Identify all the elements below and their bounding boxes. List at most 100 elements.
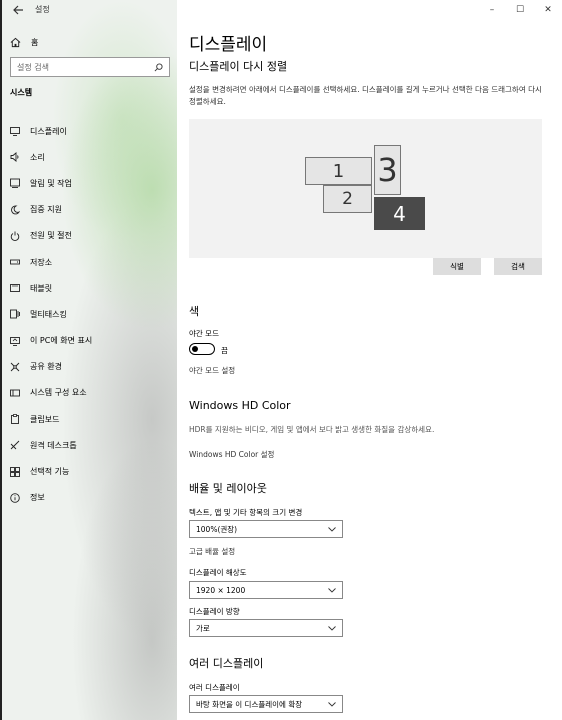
maximize-button[interactable]: ☐ [506,0,534,20]
monitor-3[interactable]: 3 [374,145,401,195]
scale-size-value: 100%(권장) [196,524,238,534]
night-light-settings-link[interactable]: 야간 모드 설정 [189,365,235,376]
multi-display-label: 여러 디스플레이 [189,683,240,692]
sidebar-item-label: 멀티태스킹 [30,309,67,319]
night-light-label: 야간 모드 [189,329,219,338]
scale-heading: 배율 및 레이아웃 [189,482,267,495]
sidebar-item-label: 클립보드 [30,414,60,424]
night-light-toggle[interactable] [189,343,215,355]
sidebar-item-tablet[interactable]: 태블릿 [10,275,175,301]
section-label: 시스템 [10,88,33,97]
display-arrangement-area: 1 2 3 4 [189,119,542,258]
resolution-value: 1920 × 1200 [196,585,246,595]
search-placeholder: 설정 검색 [17,62,49,72]
monitor-2[interactable]: 2 [323,185,372,213]
sidebar-item-clipboard[interactable]: 클립보드 [10,406,175,432]
sidebar-item-label: 공유 환경 [30,362,62,372]
hdr-description: HDR를 지원하는 비디오, 게임 및 앱에서 보다 밝고 생생한 화질을 감상… [189,425,435,434]
back-button[interactable] [11,3,25,17]
minimize-button[interactable]: – [478,0,506,20]
main-content: – ☐ ✕ 디스플레이 디스플레이 다시 정렬 설정을 변경하려면 아래에서 디… [177,0,562,720]
sidebar-item-power[interactable]: 전원 및 절전 [10,223,175,249]
rearrange-heading: 디스플레이 다시 정렬 [189,60,288,73]
sidebar-item-label: 소리 [30,152,45,162]
speaker-icon [10,152,19,163]
notification-icon [10,179,20,189]
sidebar-item-display[interactable]: 디스플레이 [10,118,175,144]
moon-icon [11,205,20,215]
back-arrow-icon [13,5,23,15]
sidebar-item-remote[interactable]: 원격 데스크톱 [10,432,175,458]
monitor-1[interactable]: 1 [305,157,372,185]
monitor-icon [10,127,20,137]
hdr-heading: Windows HD Color [189,399,291,412]
resolution-label: 디스플레이 해상도 [189,568,247,577]
sidebar-item-shared[interactable]: 공유 환경 [10,354,175,380]
multi-display-select[interactable]: 바탕 화면을 이 디스플레이에 확장 [189,695,343,713]
clipboard-icon [11,414,19,425]
tablet-icon [10,284,20,293]
home-icon [10,37,21,47]
info-icon [10,492,20,503]
sidebar-item-label: 원격 데스크톱 [30,440,77,450]
shared-icon [10,362,20,372]
rearrange-description: 설정을 변경하려면 아래에서 디스플레이를 선택하세요. 디스플레이를 길게 누… [189,85,542,106]
sidebar-item-label: 디스플레이 [30,126,67,136]
sidebar-item-label: 태블릿 [30,283,53,293]
sidebar-item-storage[interactable]: 저장소 [10,249,175,275]
advanced-scaling-link[interactable]: 고급 배율 설정 [189,546,235,557]
sidebar-item-label: 이 PC에 화면 표시 [30,336,93,346]
home-link[interactable]: 홈 [10,35,38,49]
home-label: 홈 [31,37,39,47]
orientation-select[interactable]: 가로 [189,619,343,637]
multi-display-heading: 여러 디스플레이 [189,657,264,670]
app-title: 설정 [35,5,50,14]
sidebar-item-components[interactable]: 시스템 구성 요소 [10,380,175,406]
chevron-down-icon [328,587,336,593]
sidebar-item-label: 시스템 구성 요소 [30,388,87,398]
remote-icon [10,441,20,450]
scale-size-select[interactable]: 100%(권장) [189,520,343,538]
close-button[interactable]: ✕ [534,0,562,20]
sidebar-item-label: 전원 및 절전 [30,231,72,241]
resolution-select[interactable]: 1920 × 1200 [189,581,343,599]
color-heading: 색 [189,305,200,318]
multitasking-icon [10,309,20,319]
detect-button[interactable]: 검색 [494,258,542,275]
components-icon [10,389,20,397]
chevron-down-icon [328,701,336,707]
sidebar-item-label: 집중 지원 [30,205,62,215]
sidebar-item-label: 정보 [30,493,45,503]
sidebar-item-optional-features[interactable]: 선택적 기능 [10,458,175,484]
sidebar-item-multitasking[interactable]: 멀티태스킹 [10,301,175,327]
title-bar: 설정 [2,0,179,22]
features-icon [10,466,20,477]
sidebar-item-label: 저장소 [30,257,53,267]
settings-search-input[interactable]: 설정 검색 [10,57,170,77]
scale-size-label: 텍스트, 앱 및 기타 항목의 크기 변경 [189,508,303,517]
sidebar-item-focus[interactable]: 집중 지원 [10,197,175,223]
sidebar-item-project[interactable]: 이 PC에 화면 표시 [10,328,175,354]
hdr-settings-link[interactable]: Windows HD Color 설정 [189,449,274,460]
orientation-value: 가로 [196,623,210,633]
chevron-down-icon [328,526,336,532]
monitor-4[interactable]: 4 [374,197,425,230]
window-controls: – ☐ ✕ [478,0,562,20]
night-light-state: 끔 [221,346,228,355]
project-icon [10,336,20,346]
sidebar-item-about[interactable]: 정보 [10,485,175,511]
chevron-down-icon [328,625,336,631]
page-title: 디스플레이 [189,35,268,55]
sidebar-item-sound[interactable]: 소리 [10,144,175,170]
sidebar-item-label: 알림 및 작업 [30,178,72,188]
search-icon [154,62,163,71]
arrangement-buttons: 식별 검색 [433,258,542,275]
toggle-knob [192,345,198,352]
sidebar-nav: 디스플레이 소리 알림 및 작업 집중 지원 전원 및 절전 저장소 태블릿 멀… [10,118,175,511]
sidebar-item-notifications[interactable]: 알림 및 작업 [10,170,175,196]
orientation-label: 디스플레이 방향 [189,607,240,616]
sidebar-item-label: 선택적 기능 [30,467,70,477]
multi-display-value: 바탕 화면을 이 디스플레이에 확장 [196,699,303,709]
power-icon [10,231,20,241]
identify-button[interactable]: 식별 [433,258,481,275]
